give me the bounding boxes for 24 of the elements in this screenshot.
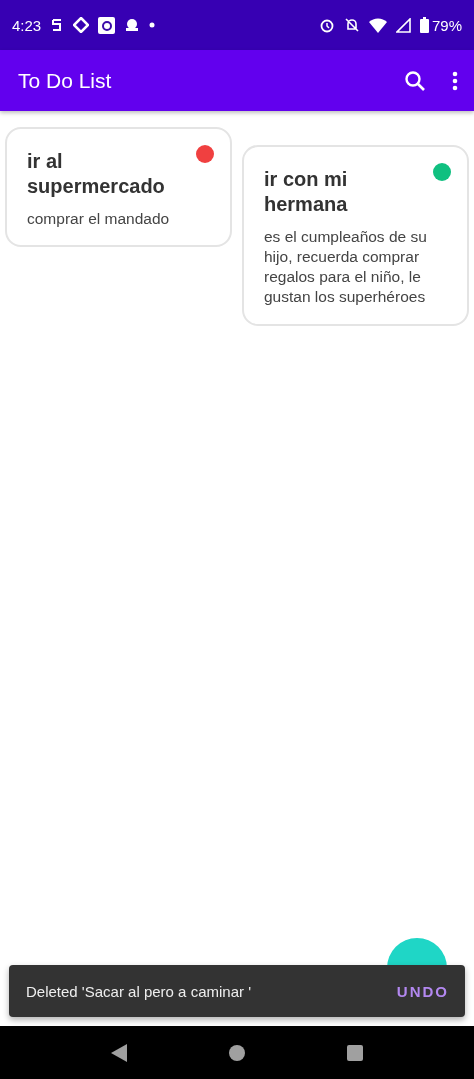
battery-percent: 79% [431,16,462,34]
note-title: ir al supermercado [27,149,166,199]
recents-icon[interactable] [347,1044,363,1061]
more-options-icon[interactable] [452,70,458,91]
home-icon[interactable] [229,1044,245,1061]
wifi-icon [368,17,387,33]
app-title: To Do List [18,68,113,93]
notification-icon [98,16,116,34]
note-text: es el cumpleaños de su hijo, recuerda comprar regalos para el niño, le gustan los superhéroes [264,227,428,308]
muted-bell-icon [343,17,360,33]
notification-icon [124,17,141,33]
notification-icon [73,17,90,33]
note-title: ir con mi hermana [264,167,349,217]
signal-icon [395,17,411,33]
alarm-icon [318,17,335,33]
note-card[interactable]: ir con mi hermana es el cumpleaños de su hijo, recuerda comprar regalos para el niño, le gustan los superhéroes [242,145,469,326]
snackbar-message: Deleted 'Sacar al pero a caminar ' [26,982,252,1000]
back-icon[interactable] [111,1043,127,1062]
battery-icon [419,17,429,33]
note-card[interactable]: ir al supermercado comprar el mandado [5,127,232,248]
note-text: comprar el mandado [27,209,171,229]
status-time: 4:23 [12,16,42,34]
dot-icon [149,22,156,28]
search-icon[interactable] [404,69,426,92]
